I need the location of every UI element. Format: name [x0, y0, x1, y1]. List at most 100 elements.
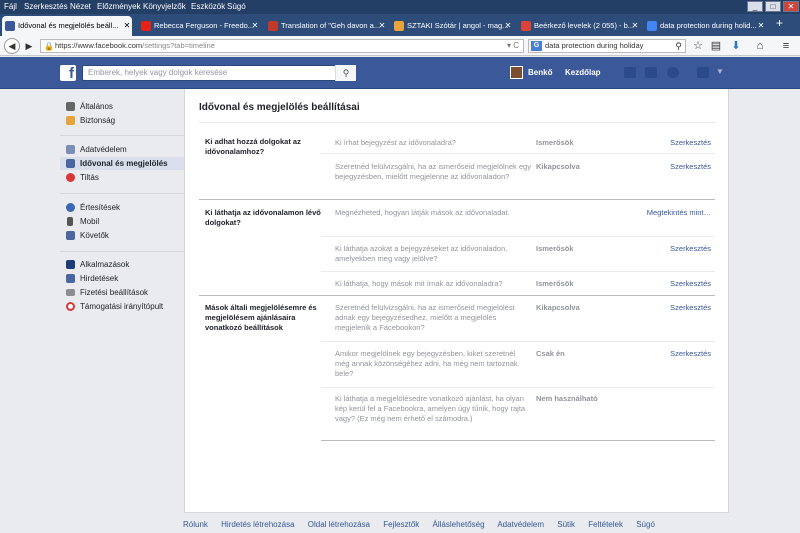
tab-label: Idővonal és megjelölés beáll... — [18, 21, 119, 30]
sidebar-item-followers[interactable]: Követők — [60, 229, 184, 242]
close-tab-icon[interactable]: ✕ — [630, 16, 640, 36]
menu-view[interactable]: Nézet — [70, 2, 91, 11]
close-tab-icon[interactable]: ✕ — [756, 16, 766, 36]
close-tab-icon[interactable]: ✕ — [503, 16, 513, 36]
section-heading: Ki láthatja az idővonalamon lévő dolgoka… — [205, 208, 321, 227]
setting-value: Kikapcsolva — [536, 303, 580, 312]
account-menu-chevron-icon[interactable]: ▼ — [716, 67, 726, 78]
tab-sztaki[interactable]: SZTAKI Szótár | angol - mag... ✕ — [391, 16, 513, 36]
facebook-search-icon[interactable]: ⚲ — [335, 65, 356, 81]
friend-requests-icon[interactable] — [624, 67, 636, 78]
url-bar[interactable]: 🔒 https://www.facebook.com/settings?tab=… — [40, 39, 524, 53]
lock-icon: 🔒 — [44, 42, 54, 51]
settings-row[interactable]: Ki láthatja azokat a bejegyzéseket az id… — [321, 236, 715, 271]
settings-row[interactable]: Megnézheted, hogyan látják mások az időv… — [321, 200, 715, 236]
menu-bookmarks[interactable]: Könyvjelzők — [143, 2, 186, 11]
edit-link[interactable]: Szerkesztés — [670, 138, 711, 147]
settings-row[interactable]: Ki írhat bejegyzést az idővonaladra? Ism… — [321, 129, 715, 153]
home-link[interactable]: Kezdőlap — [565, 68, 601, 77]
footer-link-terms[interactable]: Feltételek — [588, 520, 623, 529]
footer-link-developers[interactable]: Fejlesztők — [383, 520, 419, 529]
new-tab-button[interactable]: + — [776, 16, 783, 30]
setting-value: Kikapcsolva — [536, 162, 580, 171]
tab-google-search[interactable]: data protection during holid... ✕ — [644, 16, 766, 36]
hamburger-menu-icon[interactable]: ≡ — [780, 39, 792, 53]
menu-history[interactable]: Előzmények — [97, 2, 141, 11]
tab-label: SZTAKI Szótár | angol - mag... — [407, 21, 509, 30]
sidebar-item-timeline-tagging[interactable]: Idővonal és megjelölés — [60, 157, 184, 170]
apps-icon — [66, 260, 75, 269]
sidebar-item-security[interactable]: Biztonság — [60, 114, 184, 127]
edit-link[interactable]: Szerkesztés — [670, 162, 711, 171]
sidebar-item-mobile[interactable]: Mobil — [60, 215, 184, 228]
reload-icon[interactable]: ▾ C — [507, 40, 519, 52]
facebook-search-input[interactable]: Emberek, helyek vagy dolgok keresése — [82, 65, 356, 81]
menu-edit[interactable]: Szerkesztés — [24, 2, 68, 11]
sidebar-item-general[interactable]: Általános — [60, 100, 184, 113]
settings-row[interactable]: Szeretnéd felülvizsgálni, ha az ismerőse… — [321, 153, 715, 199]
profile-link[interactable]: Benkő — [528, 68, 552, 77]
menu-help[interactable]: Súgó — [227, 2, 246, 11]
footer-link-create-page[interactable]: Oldal létrehozása — [308, 520, 370, 529]
sidebar-item-label: Hirdetések — [80, 274, 119, 283]
back-button[interactable]: ◀ — [4, 38, 20, 54]
lifebuoy-icon — [66, 302, 75, 311]
edit-link[interactable]: Szerkesztés — [670, 349, 711, 358]
privacy-shortcuts-icon[interactable] — [697, 67, 709, 78]
search-bar[interactable]: G data protection during holiday ⚲ — [528, 39, 686, 53]
url-path: /settings?tab=timeline — [142, 41, 215, 50]
bookmarks-list-icon[interactable]: ▤ — [710, 39, 722, 53]
sidebar-item-apps[interactable]: Alkalmazások — [60, 258, 184, 271]
sidebar-item-payments[interactable]: Fizetési beállítások — [60, 286, 184, 299]
setting-value: Ismerősök — [536, 244, 574, 253]
minimize-button[interactable]: _ — [747, 1, 763, 12]
sidebar-item-support-dashboard[interactable]: Támogatási irányítópult — [60, 300, 184, 313]
settings-row[interactable]: Amikor megjelölnek egy bejegyzésben, kik… — [321, 341, 715, 387]
url-host: https://www.facebook.com — [55, 41, 143, 50]
menu-file[interactable]: Fájl — [4, 2, 17, 11]
google-search-engine-icon[interactable]: G — [531, 41, 542, 51]
home-icon[interactable]: ⌂ — [754, 39, 766, 53]
bookmark-star-icon[interactable]: ☆ — [692, 39, 704, 53]
view-as-link[interactable]: Megtekintés mint… — [647, 208, 711, 217]
messages-icon[interactable] — [645, 67, 657, 78]
menu-tools[interactable]: Eszközök — [191, 2, 225, 11]
tab-youtube[interactable]: Rebecca Ferguson - Freedo... ✕ — [138, 16, 260, 36]
block-icon — [66, 173, 75, 182]
tab-gmail[interactable]: Beérkező levelek (2 055) - b... ✕ — [518, 16, 640, 36]
sidebar-item-label: Tiltás — [80, 173, 99, 182]
sidebar-item-notifications[interactable]: Értesítések — [60, 201, 184, 214]
settings-row[interactable]: Szeretnéd felülvizsgálni, ha az ismerőse… — [321, 296, 715, 341]
footer-link-about[interactable]: Rólunk — [183, 520, 208, 529]
footer-link-careers[interactable]: Álláslehetőség — [433, 520, 485, 529]
footer-link-privacy[interactable]: Adatvédelem — [497, 520, 544, 529]
close-tab-icon[interactable]: ✕ — [377, 16, 387, 36]
edit-link[interactable]: Szerkesztés — [670, 244, 711, 253]
close-tab-icon[interactable]: ✕ — [122, 16, 132, 36]
edit-link[interactable]: Szerkesztés — [670, 303, 711, 312]
tab-facebook-settings[interactable]: Idővonal és megjelölés beáll... ✕ — [2, 16, 132, 36]
settings-row: Ki láthatja a megjelölésedre vonatkozó a… — [321, 387, 715, 441]
close-window-button[interactable]: ✕ — [783, 1, 799, 12]
search-icon[interactable]: ⚲ — [675, 40, 682, 52]
sidebar-item-blocking[interactable]: Tiltás — [60, 171, 184, 184]
ads-icon — [66, 274, 75, 283]
downloads-icon[interactable]: ⬇ — [730, 39, 742, 53]
footer-link-create-ad[interactable]: Hirdetés létrehozása — [221, 520, 294, 529]
sidebar-item-privacy[interactable]: Adatvédelem — [60, 143, 184, 156]
edit-link[interactable]: Szerkesztés — [670, 279, 711, 288]
sidebar-item-label: Értesítések — [80, 203, 121, 212]
maximize-button[interactable]: □ — [765, 1, 781, 12]
lyrics-favicon-icon — [268, 21, 278, 31]
sidebar-item-ads[interactable]: Hirdetések — [60, 272, 184, 285]
notifications-globe-icon[interactable] — [667, 67, 679, 78]
facebook-logo-icon[interactable]: f — [60, 65, 76, 82]
settings-row[interactable]: Ki láthatja, hogy mások mit írnak az idő… — [321, 271, 715, 295]
footer-link-cookies[interactable]: Sütik — [557, 520, 575, 529]
tab-translation[interactable]: Translation of "Geh davon a... ✕ — [265, 16, 387, 36]
avatar[interactable] — [510, 66, 523, 79]
page-title: Idővonal és megjelölés beállításai — [199, 102, 360, 113]
forward-button[interactable]: ▶ — [23, 39, 35, 53]
close-tab-icon[interactable]: ✕ — [250, 16, 260, 36]
footer-link-help[interactable]: Súgó — [636, 520, 655, 529]
